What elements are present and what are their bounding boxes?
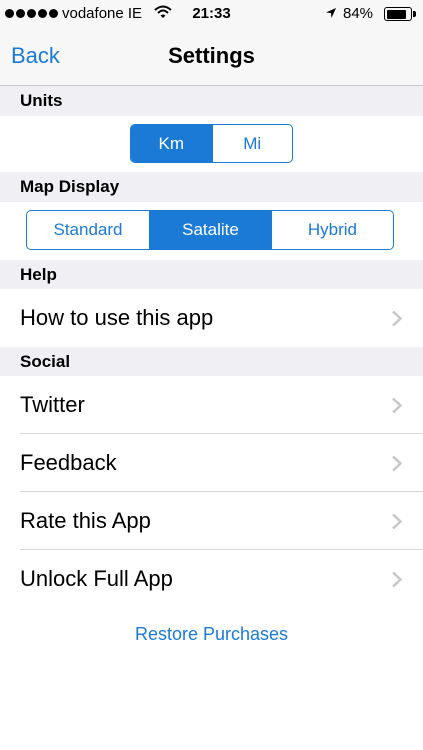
battery-nub — [413, 11, 416, 17]
map-option-standard[interactable]: Standard — [27, 211, 149, 249]
cell-twitter[interactable]: Twitter — [0, 376, 423, 434]
cell-label: How to use this app — [20, 305, 214, 330]
chevron-right-icon — [392, 310, 403, 327]
units-option-mi[interactable]: Mi — [211, 125, 293, 162]
map-option-hybrid[interactable]: Hybrid — [270, 211, 393, 249]
cell-rate-this-app[interactable]: Rate this App — [0, 492, 423, 550]
restore-purchases-button[interactable]: Restore Purchases — [0, 624, 423, 645]
page-title: Settings — [168, 43, 255, 68]
cell-label: Feedback — [20, 450, 117, 475]
battery-percentage: 84% — [343, 5, 374, 22]
map-option-satellite[interactable]: Satalite — [148, 211, 271, 249]
location-arrow-icon — [326, 8, 336, 18]
units-segmented-control: Km Mi — [130, 124, 293, 163]
navigation-bar: Back Settings — [0, 28, 423, 86]
cell-unlock-full-app[interactable]: Unlock Full App — [0, 550, 423, 608]
section-header-help: Help — [0, 260, 423, 290]
section-header-units: Units — [0, 86, 423, 116]
chevron-right-icon — [392, 455, 403, 472]
units-option-km[interactable]: Km — [131, 125, 212, 162]
battery-icon — [384, 7, 416, 21]
chevron-right-icon — [392, 397, 403, 414]
section-header-map-display: Map Display — [0, 172, 423, 202]
map-display-segmented-control: Standard Satalite Hybrid — [26, 210, 394, 250]
cell-label: Rate this App — [20, 508, 151, 533]
cell-label: Unlock Full App — [20, 566, 173, 591]
cell-label: Twitter — [20, 392, 85, 417]
battery-fill — [386, 9, 406, 19]
map-display-row: Standard Satalite Hybrid — [0, 202, 423, 258]
status-bar: vodafone IE 21:33 84% — [0, 0, 423, 28]
chevron-right-icon — [392, 513, 403, 530]
cell-feedback[interactable]: Feedback — [0, 434, 423, 492]
section-header-social: Social — [0, 347, 423, 377]
cell-how-to-use[interactable]: How to use this app — [0, 289, 423, 347]
units-row: Km Mi — [0, 116, 423, 172]
chevron-right-icon — [392, 571, 403, 588]
